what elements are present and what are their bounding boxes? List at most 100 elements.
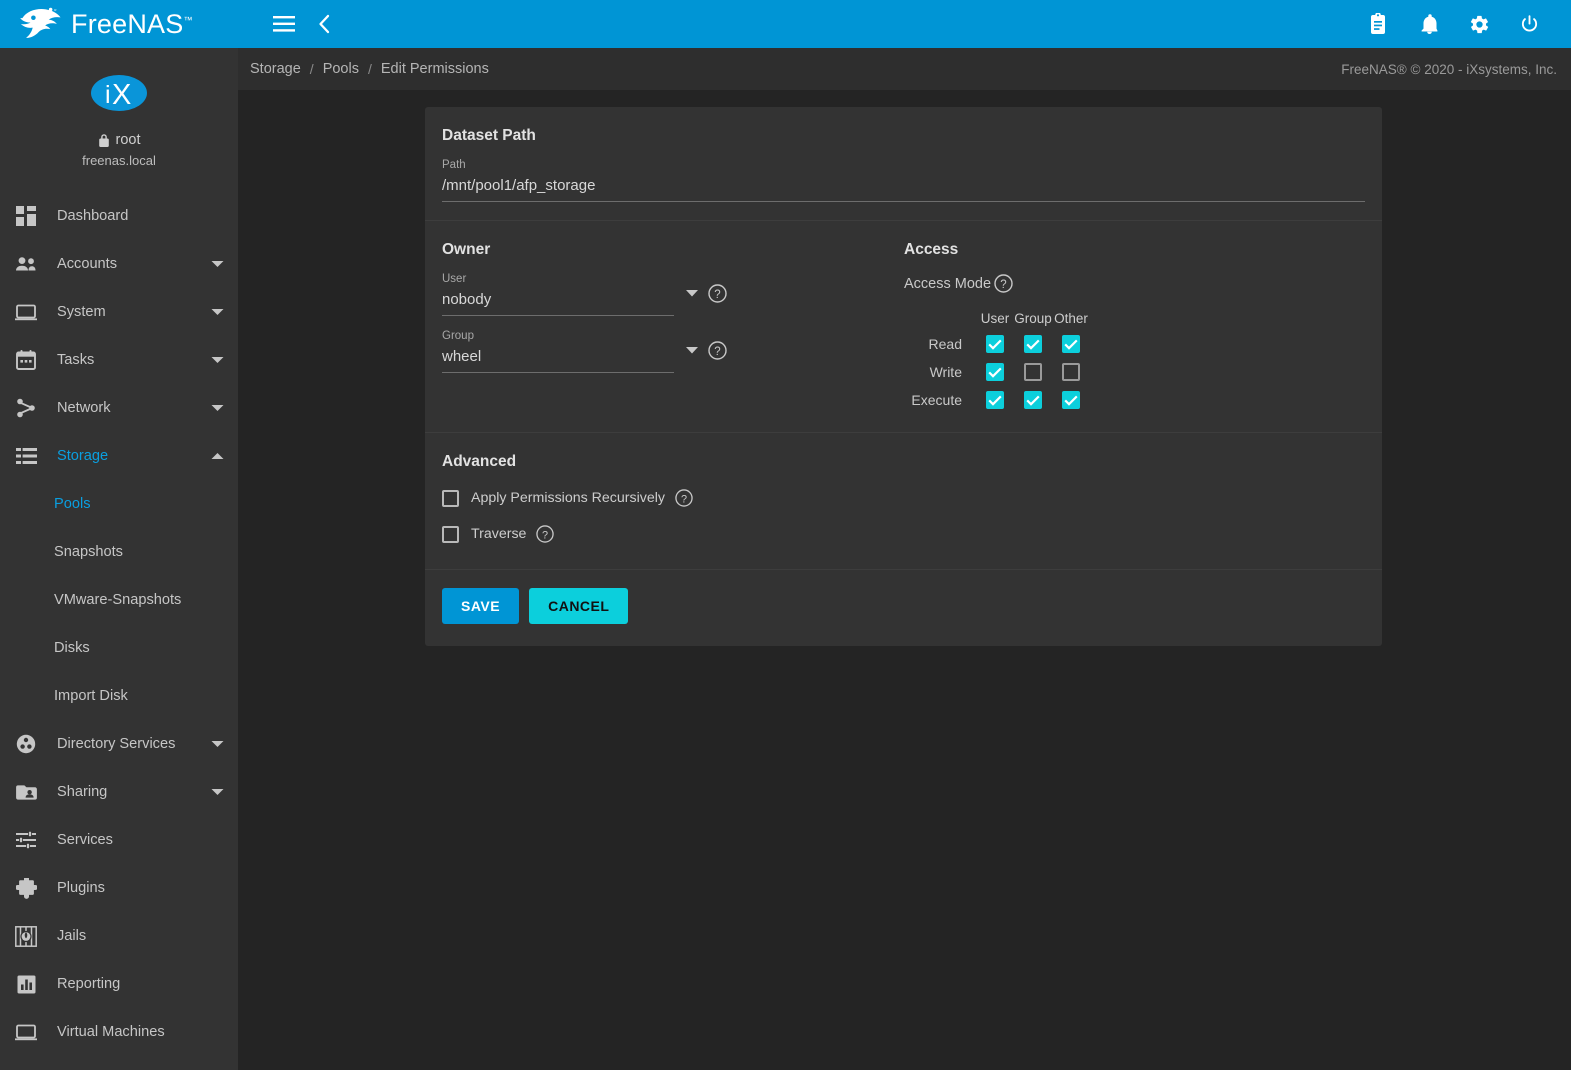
checkbox-execute-group[interactable] bbox=[1024, 391, 1042, 409]
sidebar-item-jails[interactable]: Jails bbox=[0, 912, 238, 960]
matrix-col-group: Group bbox=[1014, 311, 1052, 326]
permissions-matrix: User Group Other Read bbox=[904, 306, 1365, 414]
checkbox-read-other[interactable] bbox=[1062, 335, 1080, 353]
sidebar-subitem-disks[interactable]: Disks bbox=[0, 624, 238, 672]
virtual-machines-icon bbox=[11, 1024, 41, 1041]
group-select[interactable]: wheel bbox=[442, 342, 674, 373]
bell-icon bbox=[1420, 13, 1439, 35]
back-button[interactable] bbox=[304, 4, 344, 44]
power-icon bbox=[1519, 14, 1540, 35]
matrix-row-label: Write bbox=[904, 364, 976, 380]
sidebar-item-plugins[interactable]: Plugins bbox=[0, 864, 238, 912]
sidebar-subitem-label: Snapshots bbox=[54, 544, 123, 560]
freenas-app: R FreeNAS™ bbox=[0, 0, 1571, 1070]
sidebar-username: root bbox=[116, 132, 141, 148]
group-dropdown-arrow-icon[interactable] bbox=[686, 341, 698, 359]
power-button[interactable] bbox=[1509, 4, 1549, 44]
user-select[interactable]: nobody bbox=[442, 285, 674, 316]
user-help-icon[interactable]: ? bbox=[708, 284, 727, 308]
sidebar-item-reporting[interactable]: Reporting bbox=[0, 960, 238, 1008]
path-input[interactable]: /mnt/pool1/afp_storage bbox=[442, 171, 1365, 202]
freenas-logo-icon: R bbox=[18, 7, 62, 41]
matrix-cell bbox=[1052, 363, 1090, 381]
matrix-col-other: Other bbox=[1052, 311, 1090, 326]
services-icon bbox=[11, 831, 41, 849]
sidebar-subitem-import-disk[interactable]: Import Disk bbox=[0, 672, 238, 720]
user-field[interactable]: User nobody ? bbox=[442, 273, 674, 316]
svg-text:?: ? bbox=[714, 289, 720, 301]
top-bar-actions bbox=[238, 0, 1571, 48]
checkbox-read-user[interactable] bbox=[986, 335, 1004, 353]
sidebar-subitem-pools[interactable]: Pools bbox=[0, 480, 238, 528]
sidebar-item-accounts[interactable]: Accounts bbox=[0, 240, 238, 288]
sidebar-item-directory-services[interactable]: Directory Services bbox=[0, 720, 238, 768]
matrix-cell bbox=[1052, 391, 1090, 409]
notifications-button[interactable] bbox=[1409, 4, 1449, 44]
apply-permissions-recursively-help-icon[interactable]: ? bbox=[675, 489, 693, 507]
cancel-button[interactable]: CANCEL bbox=[529, 588, 628, 624]
sidebar-item-label: Plugins bbox=[57, 880, 105, 896]
checkbox-apply-permissions-recursively[interactable] bbox=[442, 490, 459, 507]
checkbox-read-group[interactable] bbox=[1024, 335, 1042, 353]
chevron-down-icon bbox=[211, 303, 224, 321]
user-field-label: User bbox=[442, 273, 674, 285]
owner-access-columns: Owner User nobody ? bbox=[442, 241, 1365, 414]
sidebar-item-tasks[interactable]: Tasks bbox=[0, 336, 238, 384]
hamburger-menu-icon bbox=[273, 16, 295, 32]
matrix-cell bbox=[976, 335, 1014, 353]
breadcrumb-item-storage[interactable]: Storage bbox=[250, 61, 301, 77]
checkbox-write-user[interactable] bbox=[986, 363, 1004, 381]
sidebar-item-dashboard[interactable]: Dashboard bbox=[0, 192, 238, 240]
save-button[interactable]: SAVE bbox=[442, 588, 519, 624]
sidebar-item-label: Services bbox=[57, 832, 113, 848]
path-field[interactable]: Path /mnt/pool1/afp_storage bbox=[442, 159, 1365, 202]
sidebar-item-system[interactable]: System bbox=[0, 288, 238, 336]
breadcrumb-item-pools[interactable]: Pools bbox=[323, 61, 359, 77]
breadcrumb-separator: / bbox=[310, 61, 314, 77]
breadcrumb-bar: Storage / Pools / Edit Permissions FreeN… bbox=[238, 48, 1571, 90]
sidebar-item-storage[interactable]: Storage bbox=[0, 432, 238, 480]
sidebar-item-label: Accounts bbox=[57, 256, 117, 272]
matrix-cell bbox=[1014, 391, 1052, 409]
hamburger-menu-button[interactable] bbox=[264, 4, 304, 44]
tasks-icon bbox=[11, 350, 41, 370]
settings-button[interactable] bbox=[1459, 4, 1499, 44]
checkbox-write-other[interactable] bbox=[1062, 363, 1080, 381]
matrix-row-execute: Execute bbox=[904, 386, 1365, 414]
sidebar-subitem-vmware-snapshots[interactable]: VMware-Snapshots bbox=[0, 576, 238, 624]
sidebar-item-label: Sharing bbox=[57, 784, 107, 800]
clipboard-button[interactable] bbox=[1359, 4, 1399, 44]
user-dropdown-arrow-icon[interactable] bbox=[686, 284, 698, 302]
clipboard-icon bbox=[1369, 13, 1389, 35]
sidebar-item-label: Dashboard bbox=[57, 208, 128, 224]
checkbox-traverse[interactable] bbox=[442, 526, 459, 543]
sidebar-subitem-snapshots[interactable]: Snapshots bbox=[0, 528, 238, 576]
chevron-down-icon bbox=[211, 399, 224, 417]
edit-permissions-card: Dataset Path Path /mnt/pool1/afp_storage… bbox=[425, 107, 1382, 646]
sidebar-item-label: Tasks bbox=[57, 352, 94, 368]
checkbox-write-group[interactable] bbox=[1024, 363, 1042, 381]
group-field[interactable]: Group wheel ? bbox=[442, 330, 674, 373]
checkbox-execute-other[interactable] bbox=[1062, 391, 1080, 409]
brand-title-text: FreeNAS bbox=[71, 9, 183, 39]
checkbox-execute-user[interactable] bbox=[986, 391, 1004, 409]
brand-title: FreeNAS™ bbox=[71, 9, 193, 40]
sidebar-subitem-label: Import Disk bbox=[54, 688, 128, 704]
sidebar-item-network[interactable]: Network bbox=[0, 384, 238, 432]
jails-icon bbox=[11, 926, 41, 947]
sidebar-item-services[interactable]: Services bbox=[0, 816, 238, 864]
access-mode-label: Access Mode bbox=[904, 276, 991, 292]
sidebar-nav-list: Dashboard Accounts bbox=[0, 192, 238, 1056]
svg-text:X: X bbox=[112, 79, 131, 111]
access-mode-help-icon[interactable]: ? bbox=[994, 274, 1013, 293]
sidebar-item-virtual-machines[interactable]: Virtual Machines bbox=[0, 1008, 238, 1056]
directory-services-icon bbox=[11, 734, 41, 754]
sidebar-item-sharing[interactable]: Sharing bbox=[0, 768, 238, 816]
group-help-icon[interactable]: ? bbox=[708, 341, 727, 365]
traverse-row: Traverse ? bbox=[442, 525, 1365, 543]
accounts-icon bbox=[11, 256, 41, 272]
sidebar-item-label: System bbox=[57, 304, 106, 320]
system-icon bbox=[11, 304, 41, 321]
svg-text:?: ? bbox=[681, 493, 687, 505]
traverse-help-icon[interactable]: ? bbox=[536, 525, 554, 543]
